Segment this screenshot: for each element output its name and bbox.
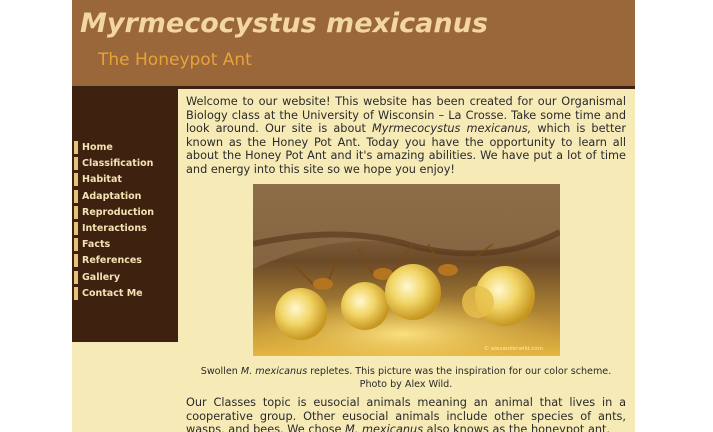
intro-paragraph: Welcome to our website! This website has…: [186, 95, 626, 177]
photo-watermark: © alexanderwild.com: [484, 345, 543, 352]
site-title: Myrmecocystus mexicanus: [80, 8, 488, 39]
caption-species: M. mexicanus: [240, 366, 308, 377]
nav-item-adaptation[interactable]: Adaptation: [74, 189, 154, 203]
nav-item-gallery[interactable]: Gallery: [74, 270, 154, 284]
photo-caption: Swollen M. mexicanus repletes. This pict…: [186, 366, 626, 391]
nav-item-contact[interactable]: Contact Me: [74, 286, 154, 300]
site-subtitle: The Honeypot Ant: [98, 50, 252, 70]
honeypot-ant-photo: © alexanderwild.com: [253, 184, 560, 356]
caption-prefix: Swollen: [200, 366, 241, 377]
replete-abdomen: [341, 282, 389, 330]
nav-item-habitat[interactable]: Habitat: [74, 173, 154, 187]
sidebar: Home Classification Habitat Adaptation R…: [72, 89, 178, 342]
nav-item-facts[interactable]: Facts: [74, 238, 154, 252]
nav-item-interactions[interactable]: Interactions: [74, 221, 154, 235]
classes-paragraph: Our Classes topic is eusocial animals me…: [186, 396, 626, 432]
replete-abdomen: [385, 264, 441, 320]
honeypot-ant-image: © alexanderwild.com: [253, 184, 560, 356]
intro-text: Welcome to our website! This website has…: [186, 95, 626, 177]
classes-part2: also knows as the honeypot ant.: [423, 423, 611, 432]
nav-item-home[interactable]: Home: [74, 141, 154, 154]
caption-suffix: repletes. This picture was the inspirati…: [307, 366, 612, 390]
site-header: Myrmecocystus mexicanus The Honeypot Ant: [72, 0, 635, 89]
nav-item-references[interactable]: References: [74, 254, 154, 268]
nav-item-classification[interactable]: Classification: [74, 157, 154, 171]
classes-text: Our Classes topic is eusocial animals me…: [186, 396, 626, 432]
nav-item-reproduction[interactable]: Reproduction: [74, 205, 154, 219]
page: Myrmecocystus mexicanus The Honeypot Ant…: [72, 0, 635, 432]
species-name: Myrmecocystus mexicanus,: [372, 122, 532, 136]
classes-species: M. mexicanus: [345, 423, 424, 432]
main-nav: Home Classification Habitat Adaptation R…: [74, 141, 154, 303]
replete-abdomen: [275, 288, 327, 340]
